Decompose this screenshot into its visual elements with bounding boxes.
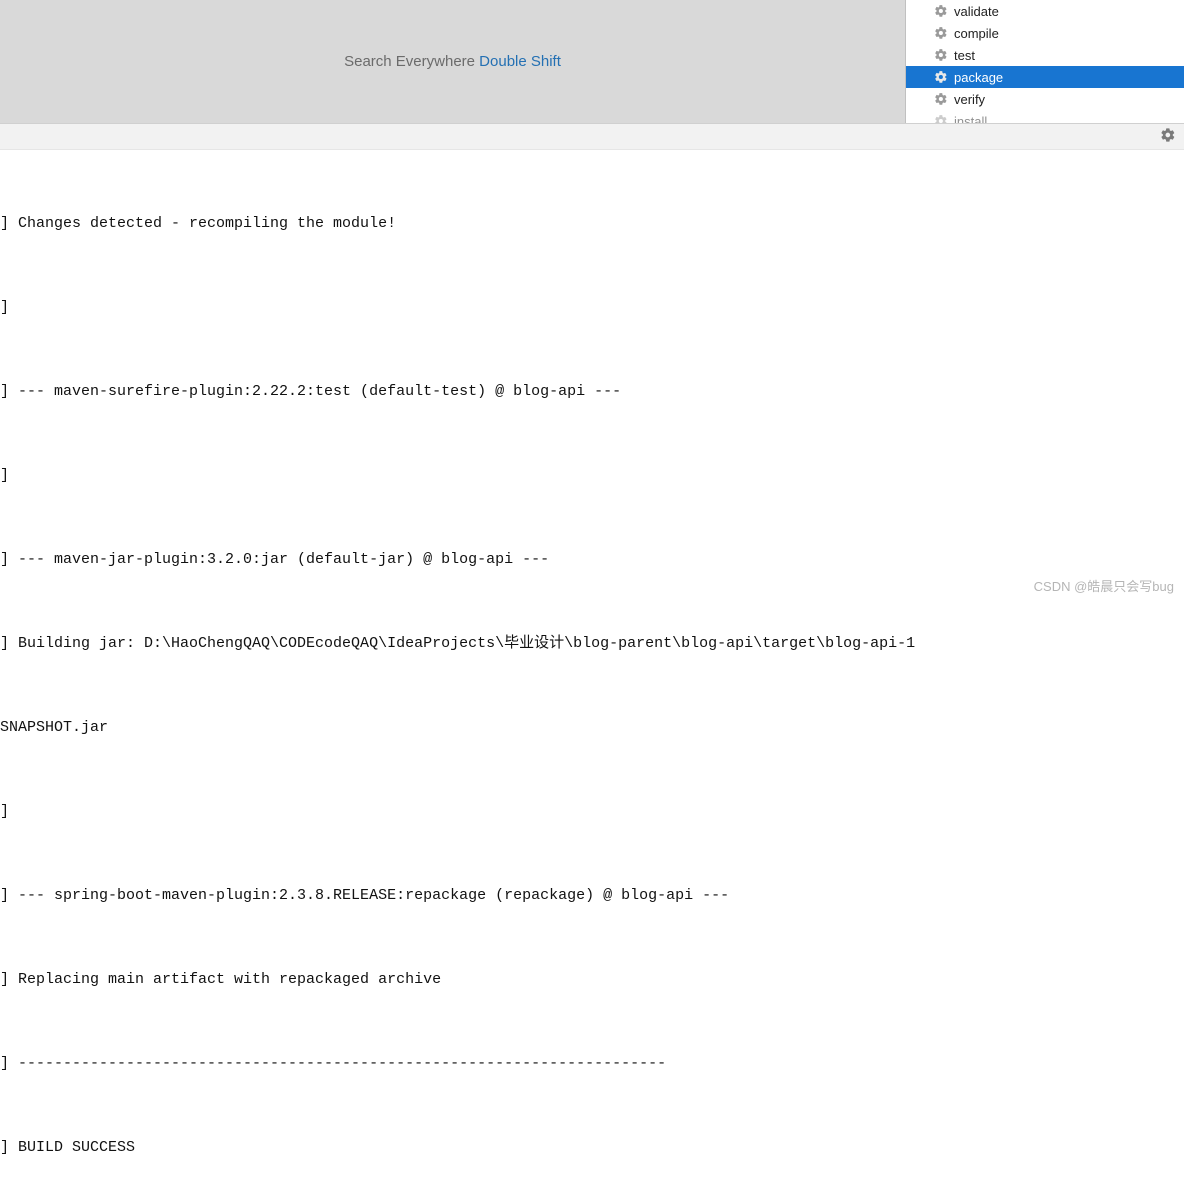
settings-gear-icon[interactable] <box>1160 127 1176 146</box>
gear-icon <box>934 70 948 84</box>
build-output-console[interactable]: FO] Changes detected - recompiling the m… <box>0 150 1184 1202</box>
maven-goal-label: install <box>954 114 987 124</box>
maven-goal-install[interactable]: install <box>906 110 1184 123</box>
gear-icon <box>934 26 948 40</box>
console-line: FO] ------------------------------------… <box>0 1050 1184 1078</box>
gear-icon <box>934 4 948 18</box>
maven-goal-package[interactable]: package <box>906 66 1184 88</box>
console-line: FO] --- spring-boot-maven-plugin:2.3.8.R… <box>0 882 1184 910</box>
maven-goal-label: compile <box>954 26 999 41</box>
console-line: FO] Replacing main artifact with repacka… <box>0 966 1184 994</box>
console-line: FO] BUILD SUCCESS <box>0 1134 1184 1162</box>
top-row: Search Everywhere Double Shift validate … <box>0 0 1184 124</box>
search-hint-shortcut: Double Shift <box>479 53 561 70</box>
maven-goal-label: test <box>954 48 975 63</box>
console-line: FO] <box>0 462 1184 490</box>
maven-goal-label: validate <box>954 4 999 19</box>
editor-empty-area: Search Everywhere Double Shift <box>0 0 906 123</box>
maven-lifecycle-panel: validate compile test package verify ins… <box>906 0 1184 123</box>
gear-icon <box>934 48 948 62</box>
maven-goal-validate[interactable]: validate <box>906 0 1184 22</box>
console-toolbar <box>0 124 1184 150</box>
gear-icon <box>934 92 948 106</box>
console-line: 0-SNAPSHOT.jar <box>0 714 1184 742</box>
maven-goal-label: package <box>954 70 1003 85</box>
maven-goal-label: verify <box>954 92 985 107</box>
console-line: FO] Building jar: D:\HaoChengQAQ\CODEcod… <box>0 630 1184 658</box>
gear-icon <box>934 114 948 123</box>
console-line: FO] --- maven-surefire-plugin:2.22.2:tes… <box>0 378 1184 406</box>
watermark: CSDN @皓晨只会写bug <box>1034 576 1174 595</box>
console-line: FO] <box>0 798 1184 826</box>
maven-goal-compile[interactable]: compile <box>906 22 1184 44</box>
search-everywhere-hint: Search Everywhere Double Shift <box>344 53 561 70</box>
console-line: FO] --- maven-jar-plugin:3.2.0:jar (defa… <box>0 546 1184 574</box>
console-line: FO] Changes detected - recompiling the m… <box>0 210 1184 238</box>
maven-goal-test[interactable]: test <box>906 44 1184 66</box>
maven-goal-verify[interactable]: verify <box>906 88 1184 110</box>
search-hint-label: Search Everywhere <box>344 53 479 70</box>
console-line: FO] <box>0 294 1184 322</box>
